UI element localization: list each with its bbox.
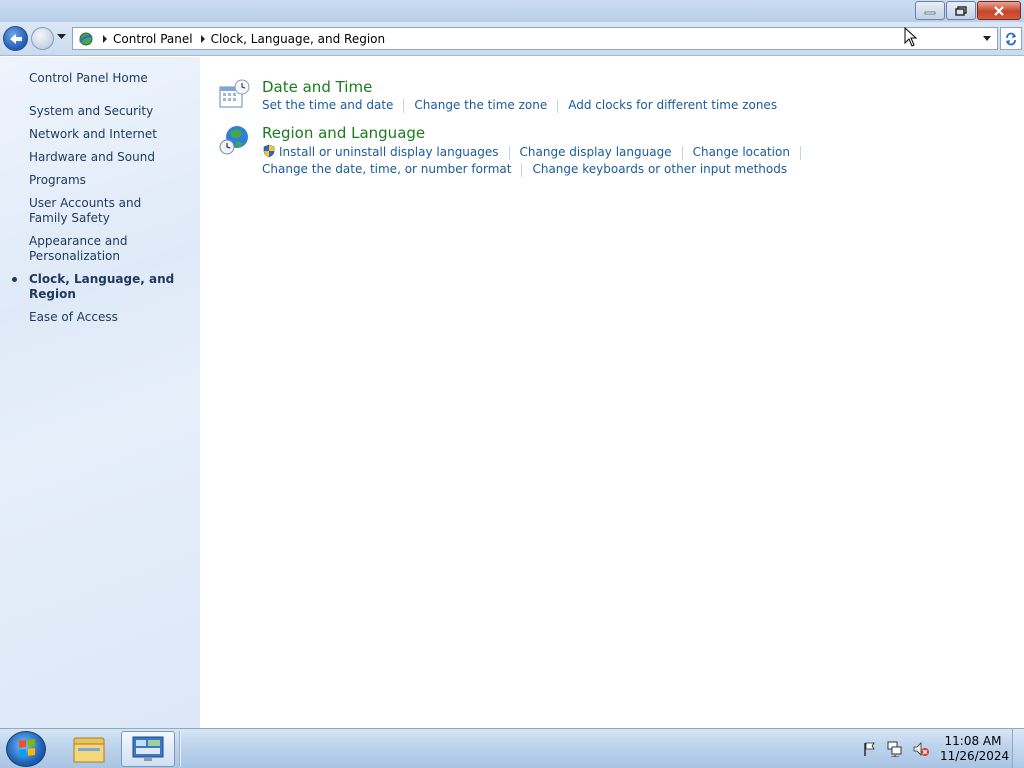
address-dropdown-icon[interactable] xyxy=(983,36,991,41)
taskbar-explorer-button[interactable] xyxy=(62,731,116,767)
sidebar-item-clock-language-region: Clock, Language, and Region xyxy=(12,272,194,302)
sidebar-item-appearance[interactable]: Appearance and Personalization xyxy=(29,234,129,264)
breadcrumb-separator[interactable] xyxy=(103,34,107,43)
forward-button[interactable] xyxy=(31,27,54,50)
change-date-time-number-format-link[interactable]: Change the date, time, or number format xyxy=(262,162,511,176)
sidebar-item-hardware-and-sound[interactable]: Hardware and Sound xyxy=(29,150,194,165)
title-bar xyxy=(0,0,1024,22)
calendar-clock-icon xyxy=(219,79,250,108)
notification-area xyxy=(862,741,930,757)
taskbar: 11:08 AM 11/26/2024 xyxy=(0,728,1024,768)
sidebar-item-network-and-internet[interactable]: Network and Internet xyxy=(29,127,194,142)
address-bar[interactable]: Control Panel Clock, Language, and Regio… xyxy=(72,27,998,50)
link-separator xyxy=(799,145,801,160)
taskbar-control-panel-button[interactable] xyxy=(121,731,175,767)
start-button[interactable] xyxy=(6,731,46,767)
add-clocks-link[interactable]: Add clocks for different time zones xyxy=(568,98,777,112)
sidebar-item-system-and-security[interactable]: System and Security xyxy=(29,104,194,119)
minimize-icon xyxy=(924,11,936,14)
action-center-flag-icon[interactable] xyxy=(862,741,878,757)
sidebar: Control Panel Home System and Security N… xyxy=(0,57,200,728)
region-and-language-links-row-1: Install or uninstall display languages Ch… xyxy=(262,144,811,160)
sidebar-item-programs[interactable]: Programs xyxy=(29,173,194,188)
link-separator xyxy=(508,145,510,160)
control-panel-home-link[interactable]: Control Panel Home xyxy=(29,71,148,85)
change-time-zone-link[interactable]: Change the time zone xyxy=(414,98,547,112)
refresh-button[interactable] xyxy=(1000,27,1022,50)
recent-pages-dropdown-icon[interactable] xyxy=(57,34,66,40)
refresh-icon xyxy=(1006,32,1016,45)
close-button[interactable] xyxy=(977,1,1021,20)
taskbar-divider xyxy=(179,731,181,767)
close-icon xyxy=(994,5,1004,16)
main-content: Date and Time Set the time and date Chang… xyxy=(200,57,1024,728)
navigation-bar: Control Panel Clock, Language, and Regio… xyxy=(0,22,1024,56)
clock-time: 11:08 AM xyxy=(944,734,1002,748)
sidebar-item-ease-of-access[interactable]: Ease of Access xyxy=(29,310,194,325)
minimize-button[interactable] xyxy=(915,1,945,20)
restore-icon xyxy=(955,5,967,16)
file-explorer-icon xyxy=(73,737,105,763)
date-and-time-title[interactable]: Date and Time xyxy=(262,78,372,96)
change-keyboards-input-methods-link[interactable]: Change keyboards or other input methods xyxy=(532,162,787,176)
sidebar-item-user-accounts[interactable]: User Accounts and Family Safety xyxy=(29,196,174,226)
back-arrow-icon xyxy=(9,33,22,44)
volume-muted-icon[interactable] xyxy=(912,741,930,757)
network-icon[interactable] xyxy=(886,741,904,757)
windows-start-icon xyxy=(19,739,35,757)
breadcrumb-control-panel[interactable]: Control Panel xyxy=(113,32,193,46)
install-uninstall-display-languages-link[interactable]: Install or uninstall display languages xyxy=(279,145,499,159)
link-separator xyxy=(681,145,683,160)
restore-button[interactable] xyxy=(946,1,976,20)
sidebar-category-list: System and Security Network and Internet… xyxy=(12,104,194,333)
control-panel-icon xyxy=(79,32,93,45)
clock-date: 11/26/2024 xyxy=(940,749,1010,763)
breadcrumb-clock-language-region[interactable]: Clock, Language, and Region xyxy=(211,32,386,46)
back-button[interactable] xyxy=(3,26,28,51)
mouse-pointer-icon xyxy=(904,27,918,47)
globe-clock-icon xyxy=(219,126,248,155)
caption-buttons xyxy=(914,1,1021,20)
change-location-link[interactable]: Change location xyxy=(693,145,790,159)
date-and-time-links: Set the time and date Change the time zon… xyxy=(262,98,777,113)
region-and-language-links-row-2: Change the date, time, or number format C… xyxy=(262,162,787,177)
breadcrumb-separator[interactable] xyxy=(200,34,205,43)
system-clock[interactable]: 11:08 AM 11/26/2024 xyxy=(940,734,1010,764)
link-separator xyxy=(521,162,523,177)
show-desktop-button[interactable] xyxy=(1012,729,1024,768)
change-display-language-link[interactable]: Change display language xyxy=(520,145,672,159)
region-and-language-title[interactable]: Region and Language xyxy=(262,124,425,142)
set-time-and-date-link[interactable]: Set the time and date xyxy=(262,98,393,112)
link-separator xyxy=(557,98,559,113)
control-panel-icon xyxy=(132,736,164,761)
forward-arrow-icon xyxy=(32,28,53,49)
uac-shield-icon xyxy=(263,144,275,158)
link-separator xyxy=(403,98,405,113)
